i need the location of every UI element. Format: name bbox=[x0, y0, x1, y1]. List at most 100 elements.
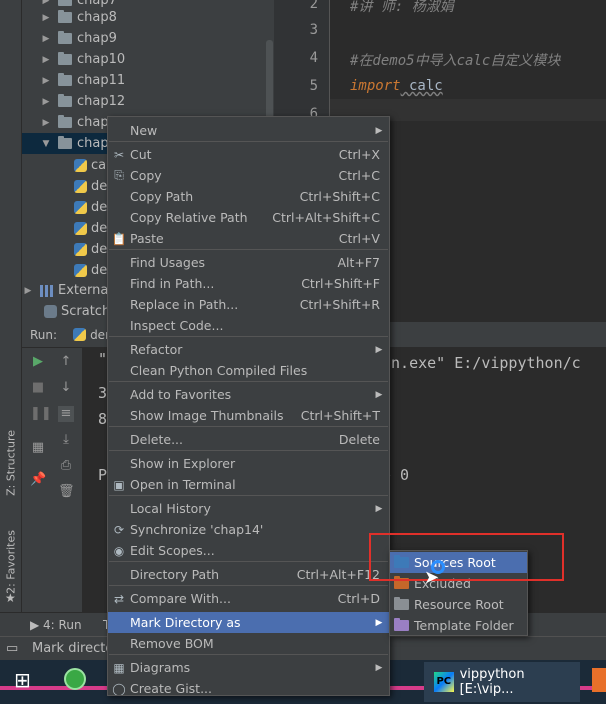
menu-item[interactable]: Remove BOM bbox=[108, 633, 389, 654]
menu-separator bbox=[109, 426, 388, 427]
menu-item[interactable]: Delete... Delete bbox=[108, 429, 389, 450]
menu-item[interactable]: ✂ Cut Ctrl+X bbox=[108, 144, 389, 165]
expand-arrow-icon[interactable]: ▶ bbox=[40, 55, 52, 65]
keyword-token: import bbox=[350, 78, 401, 94]
soft-wrap-icon[interactable]: ≡ bbox=[58, 406, 74, 422]
menu-item[interactable]: ⇄ Compare With... Ctrl+D bbox=[108, 588, 389, 609]
scroll-to-end-icon[interactable]: ⤓ bbox=[58, 432, 74, 448]
layout-icon[interactable]: ▦ bbox=[30, 440, 46, 456]
code-line[interactable]: #讲 师: 杨淑娟 bbox=[350, 0, 454, 16]
expand-arrow-icon[interactable]: ▶ bbox=[40, 34, 52, 44]
folder-icon bbox=[58, 10, 72, 23]
menu-item[interactable]: ▦ Diagrams ▶ bbox=[108, 657, 389, 678]
pause-icon[interactable]: ❚❚ bbox=[30, 406, 52, 422]
menu-item-shortcut: Alt+F7 bbox=[337, 255, 380, 270]
taskbar-app-icon[interactable] bbox=[592, 668, 606, 692]
taskbar-app-label: vippython [E:\vip... bbox=[459, 667, 525, 697]
rerun-icon[interactable]: ▶ bbox=[30, 354, 46, 370]
expand-arrow-icon[interactable]: ▶ bbox=[40, 118, 52, 128]
menu-item-label: Cut bbox=[130, 147, 152, 162]
tree-item[interactable]: ▶ chap10 bbox=[22, 49, 274, 70]
expand-arrow-icon[interactable]: ▶ bbox=[40, 76, 52, 86]
browser-icon[interactable] bbox=[64, 668, 86, 690]
tree-item[interactable]: ▶ chap11 bbox=[22, 70, 274, 91]
menu-item[interactable]: Copy Path Ctrl+Shift+C bbox=[108, 186, 389, 207]
tree-item[interactable]: ▶ chap12 bbox=[22, 91, 274, 112]
code-line[interactable]: import calc bbox=[350, 78, 443, 94]
menu-item[interactable]: ⟳ Synchronize 'chap14' bbox=[108, 519, 389, 540]
red-highlight-box bbox=[369, 533, 564, 581]
menu-item-label: Edit Scopes... bbox=[130, 543, 215, 558]
trash-icon[interactable]: 🗑 bbox=[58, 484, 75, 500]
menu-separator bbox=[109, 561, 388, 562]
menu-item[interactable]: Find Usages Alt+F7 bbox=[108, 252, 389, 273]
submenu-arrow-icon: ▶ bbox=[375, 503, 383, 514]
menu-item[interactable]: 📋 Paste Ctrl+V bbox=[108, 228, 389, 249]
console-line: 3 bbox=[98, 384, 108, 402]
menu-item[interactable]: Mark Directory as ▶ bbox=[108, 612, 389, 633]
menu-item-shortcut: Ctrl+V bbox=[338, 231, 380, 246]
menu-item[interactable]: Add to Favorites ▶ bbox=[108, 384, 389, 405]
menu-item-icon: ✂ bbox=[113, 147, 125, 162]
menu-item[interactable]: ◯ Create Gist... bbox=[108, 678, 389, 695]
menu-item-label: Show Image Thumbnails bbox=[130, 408, 284, 423]
menu-item[interactable]: Local History ▶ bbox=[108, 498, 389, 519]
scroll-down-icon[interactable]: ↓ bbox=[58, 380, 74, 396]
tree-item[interactable]: ▶ chap9 bbox=[22, 28, 274, 49]
menu-item[interactable]: Directory Path Ctrl+Alt+F12 bbox=[108, 564, 389, 585]
menu-item[interactable]: ⎘ Copy Ctrl+C bbox=[108, 165, 389, 186]
pin-icon[interactable]: 📌 bbox=[30, 472, 46, 488]
menu-item[interactable]: Show Image Thumbnails Ctrl+Shift+T bbox=[108, 405, 389, 426]
line-number: 3 bbox=[309, 22, 318, 38]
menu-item-icon: ⎘ bbox=[114, 168, 124, 182]
tree-item-label: chap9 bbox=[77, 31, 117, 46]
menu-separator bbox=[109, 450, 388, 451]
menu-item-label: Find Usages bbox=[130, 255, 206, 270]
favorites-star-icon: ★ bbox=[5, 591, 16, 605]
expand-arrow-icon[interactable]: ▶ bbox=[40, 97, 52, 107]
menu-item[interactable]: ▣ Open in Terminal bbox=[108, 474, 389, 495]
menu-item-label: Copy Path bbox=[130, 189, 194, 204]
menu-item[interactable]: Refactor ▶ bbox=[108, 339, 389, 360]
menu-item-label: Inspect Code... bbox=[130, 318, 224, 333]
menu-item[interactable]: Copy Relative Path Ctrl+Alt+Shift+C bbox=[108, 207, 389, 228]
menu-item[interactable]: New ▶ bbox=[108, 120, 389, 141]
menu-item-icon: ▣ bbox=[113, 477, 125, 492]
menu-item-label: Refactor bbox=[130, 342, 183, 357]
menu-item-label: Show in Explorer bbox=[130, 456, 236, 471]
windows-start-icon[interactable]: ⊞ bbox=[14, 668, 31, 692]
run-toolbar: ▶ ↑ ■ ↓ ❚❚ ≡ ⤓ ▦ ⎙ 📌 🗑 bbox=[22, 348, 82, 612]
python-file-icon bbox=[74, 159, 87, 172]
menu-item-shortcut: Delete bbox=[338, 432, 380, 447]
menu-item-label: Delete... bbox=[130, 432, 183, 447]
menu-item[interactable]: ◉ Edit Scopes... bbox=[108, 540, 389, 561]
taskbar-app-pycharm[interactable]: PC vippython [E:\vip... bbox=[424, 662, 580, 702]
menu-item[interactable]: Find in Path... Ctrl+Shift+F bbox=[108, 273, 389, 294]
menu-item[interactable]: Replace in Path... Ctrl+Shift+R bbox=[108, 294, 389, 315]
stop-icon[interactable]: ■ bbox=[30, 380, 46, 396]
play-small-icon: ▶ bbox=[30, 618, 44, 632]
submenu-item[interactable]: Template Folder bbox=[390, 615, 527, 636]
menu-item-icon: ⟳ bbox=[113, 522, 125, 537]
structure-tab-label: Z: Structure bbox=[4, 430, 18, 496]
submenu-item[interactable]: Resource Root bbox=[390, 594, 527, 615]
scroll-up-icon[interactable]: ↑ bbox=[58, 354, 74, 370]
code-line[interactable]: #在demo5中导入calc自定义模块 bbox=[350, 50, 560, 70]
console-line: " bbox=[98, 350, 108, 368]
menu-item-shortcut: Ctrl+Shift+T bbox=[300, 408, 380, 423]
expand-arrow-icon[interactable]: ▶ bbox=[22, 286, 34, 296]
tree-item[interactable]: ▶ chap8 bbox=[22, 7, 274, 28]
menu-item-shortcut: Ctrl+D bbox=[337, 591, 380, 606]
expand-arrow-icon[interactable]: ▶ bbox=[40, 13, 52, 23]
favorites-tab[interactable]: 2: Favorites bbox=[2, 530, 20, 594]
print-icon[interactable]: ⎙ bbox=[58, 458, 74, 474]
run-tool-tab[interactable]: ▶ 4: Run bbox=[30, 618, 82, 632]
expand-arrow-icon[interactable]: ▶ bbox=[40, 0, 52, 6]
menu-item[interactable]: Clean Python Compiled Files bbox=[108, 360, 389, 381]
menu-item-label: Compare With... bbox=[130, 591, 231, 606]
menu-item[interactable]: Show in Explorer bbox=[108, 453, 389, 474]
menu-item[interactable]: Inspect Code... bbox=[108, 315, 389, 336]
structure-tab[interactable]: Z: Structure bbox=[2, 430, 20, 496]
python-file-icon bbox=[74, 264, 87, 277]
collapse-arrow-icon[interactable]: ▼ bbox=[40, 139, 52, 149]
